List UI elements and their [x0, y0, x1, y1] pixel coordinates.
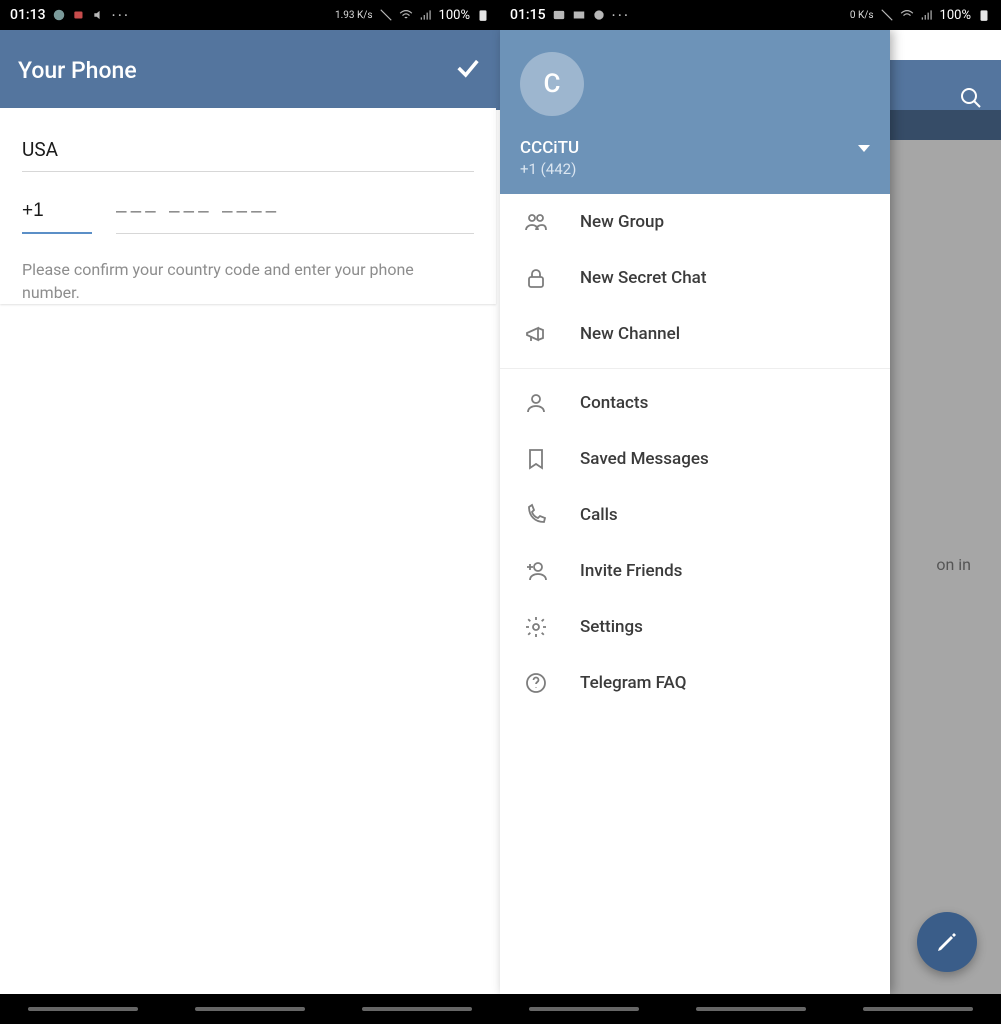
status-speed: 1.93 K/s	[335, 10, 373, 21]
login-form: USA Please confirm your country code and…	[0, 108, 496, 304]
bookmark-icon	[516, 447, 556, 471]
chevron-down-icon	[858, 145, 870, 152]
lock-icon	[516, 266, 556, 290]
gear-icon	[516, 615, 556, 639]
menu-telegram-faq[interactable]: Telegram FAQ	[500, 655, 890, 711]
hint-text: Please confirm your country code and ent…	[22, 258, 474, 304]
avatar: C	[520, 52, 584, 116]
signal-icon	[419, 8, 433, 22]
phone-left: 01:13 1.93 K/s 100%	[0, 0, 500, 1024]
person-icon	[516, 391, 556, 415]
status-rec-icon	[72, 8, 86, 22]
nav-recent[interactable]	[529, 1007, 639, 1011]
menu-new-channel[interactable]: New Channel	[500, 306, 890, 362]
menu-saved-messages[interactable]: Saved Messages	[500, 431, 890, 487]
menu-label: Telegram FAQ	[580, 673, 686, 693]
menu-label: Contacts	[580, 393, 648, 413]
country-selector[interactable]: USA	[22, 126, 474, 172]
confirm-button[interactable]	[454, 54, 482, 86]
status-speed: 0 K/s	[850, 10, 874, 21]
status-mail-icon	[572, 8, 586, 22]
menu-label: New Channel	[580, 324, 680, 344]
person-add-icon	[516, 559, 556, 583]
avatar-initial: C	[544, 69, 561, 99]
status-battery: 100%	[940, 8, 971, 23]
drawer-header[interactable]: C CCCiTU +1 (442)	[500, 30, 890, 194]
status-time: 01:15	[510, 7, 546, 23]
phone-number-input[interactable]	[116, 194, 474, 234]
status-more-icon	[112, 6, 131, 25]
menu-label: Saved Messages	[580, 449, 709, 469]
profile-name: CCCiTU	[520, 138, 579, 158]
menu-label: Settings	[580, 617, 643, 637]
nav-home[interactable]	[195, 1007, 305, 1011]
status-bar: 01:13 1.93 K/s 100%	[0, 0, 500, 30]
divider	[500, 368, 890, 369]
menu-calls[interactable]: Calls	[500, 487, 890, 543]
menu-new-secret-chat[interactable]: New Secret Chat	[500, 250, 890, 306]
battery-icon	[476, 8, 490, 22]
country-code-input[interactable]	[22, 194, 92, 234]
phone-icon	[516, 503, 556, 527]
menu-new-group[interactable]: New Group	[500, 194, 890, 250]
nav-recent[interactable]	[28, 1007, 138, 1011]
status-app-icon	[52, 8, 66, 22]
check-icon	[454, 54, 482, 82]
menu-label: Invite Friends	[580, 561, 682, 581]
status-more-icon	[612, 6, 631, 25]
nav-bar	[0, 994, 500, 1024]
nav-home[interactable]	[696, 1007, 806, 1011]
group-icon	[516, 210, 556, 234]
background-text: on in	[936, 555, 971, 574]
mute-icon	[880, 8, 894, 22]
status-image-icon	[552, 8, 566, 22]
menu-contacts[interactable]: Contacts	[500, 375, 890, 431]
profile-phone: +1 (442)	[520, 160, 870, 178]
menu-settings[interactable]: Settings	[500, 599, 890, 655]
status-mute-icon	[92, 8, 106, 22]
signal-icon	[920, 8, 934, 22]
megaphone-icon	[516, 322, 556, 346]
status-chat-icon	[592, 8, 606, 22]
search-icon	[959, 86, 983, 110]
page-title: Your Phone	[18, 57, 454, 84]
battery-icon	[977, 8, 991, 22]
help-icon	[516, 671, 556, 695]
nav-back[interactable]	[362, 1007, 472, 1011]
phone-right: 01:15 0 K/s 100%	[500, 0, 1001, 1024]
status-battery: 100%	[439, 8, 470, 23]
menu-invite-friends[interactable]: Invite Friends	[500, 543, 890, 599]
status-time: 01:13	[10, 7, 46, 23]
menu-label: New Group	[580, 212, 664, 232]
wifi-icon	[399, 8, 413, 22]
mute-icon	[379, 8, 393, 22]
pencil-icon	[935, 930, 959, 954]
nav-back[interactable]	[863, 1007, 973, 1011]
menu-label: Calls	[580, 505, 618, 525]
navigation-drawer: C CCCiTU +1 (442) New Group New Secret C…	[500, 30, 890, 994]
drawer-menu: New Group New Secret Chat New Channel Co…	[500, 194, 890, 994]
nav-bar	[500, 994, 1001, 1024]
menu-label: New Secret Chat	[580, 268, 707, 288]
app-bar: Your Phone	[0, 30, 500, 110]
wifi-icon	[900, 8, 914, 22]
compose-fab[interactable]	[917, 912, 977, 972]
